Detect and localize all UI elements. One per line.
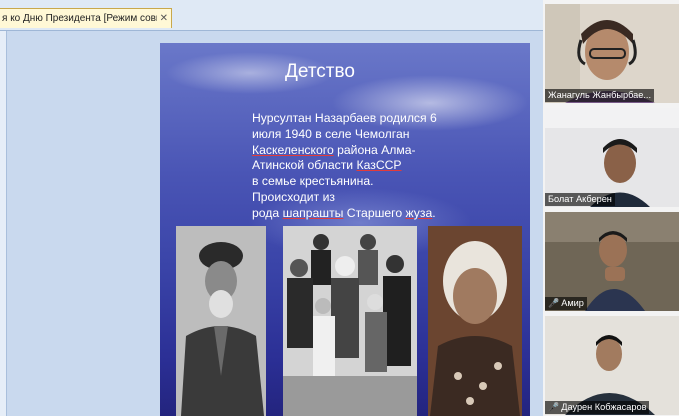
video-gallery: Жанагуль Жанбырбае... Болат Акберен 🎤 Ами… <box>543 0 679 416</box>
underlined-word: КазССР <box>356 158 402 173</box>
participant-video-tile[interactable]: Жанагуль Жанбырбае... <box>545 4 679 103</box>
underlined-word: шапрашты <box>282 205 344 220</box>
slide-line: июля 1940 в селе Чемолган <box>252 126 410 141</box>
participant-name: 🎤 Даурен Кобжасаров <box>545 401 650 414</box>
slide-line: в семье крестьянина. Происходит из <box>252 174 374 204</box>
close-icon[interactable]: ✕ <box>160 10 168 28</box>
participant-video-tile[interactable]: 🎤 Амир <box>545 212 679 311</box>
slide-text: . <box>432 205 436 220</box>
participant-video-tile[interactable]: 🎤 Даурен Кобжасаров <box>545 316 679 415</box>
participant-name-text: Амир <box>561 298 584 308</box>
participant-name: Болат Акберен <box>545 193 615 206</box>
participant-video-tile[interactable]: Болат Акберен <box>545 108 679 207</box>
slide-title: Детство <box>285 61 355 82</box>
slide-line: рода шапрашты Старшего жуза. <box>252 206 437 222</box>
document-tab[interactable]: я ко Дню Президента [Режим совместимости… <box>0 8 172 28</box>
slide-text: Атинской области <box>252 158 357 173</box>
slide-line: Атинской области КазССР <box>252 158 437 174</box>
underlined-word: жуза <box>405 205 433 220</box>
muted-mic-icon: 🎤 <box>548 298 560 308</box>
slide-line: Нурсултан Назарбаев родился 6 <box>252 111 437 125</box>
participant-name: 🎤 Амир <box>545 297 587 310</box>
slide-text: района Алма- <box>333 142 416 157</box>
slide-text: рода <box>252 205 283 220</box>
slide[interactable]: Детство Нурсултан Назарбаев родился 6 ию… <box>160 43 530 416</box>
powerpoint-editor: я ко Дню Президента [Режим совместимости… <box>0 0 543 416</box>
photo-elderly-man <box>176 226 266 416</box>
document-tab-title: я ко Дню Президента [Режим совместимости… <box>2 13 157 24</box>
underlined-word: Каскеленского <box>252 142 334 157</box>
slide-text: Старшего <box>343 205 406 220</box>
participant-name-text: Даурен Кобжасаров <box>561 402 647 412</box>
muted-mic-icon: 🎤 <box>548 402 560 412</box>
document-tab-bar: я ко Дню Президента [Режим совместимости… <box>0 0 543 31</box>
slides-panel-edge[interactable] <box>0 31 7 416</box>
participant-name: Жанагуль Жанбырбае... <box>545 89 654 102</box>
photo-family <box>283 226 417 416</box>
slide-line: Каскеленского района Алма- <box>252 143 437 159</box>
slide-body-text: Нурсултан Назарбаев родился 6 июля 1940 … <box>252 111 437 222</box>
photo-elderly-woman <box>428 226 522 416</box>
